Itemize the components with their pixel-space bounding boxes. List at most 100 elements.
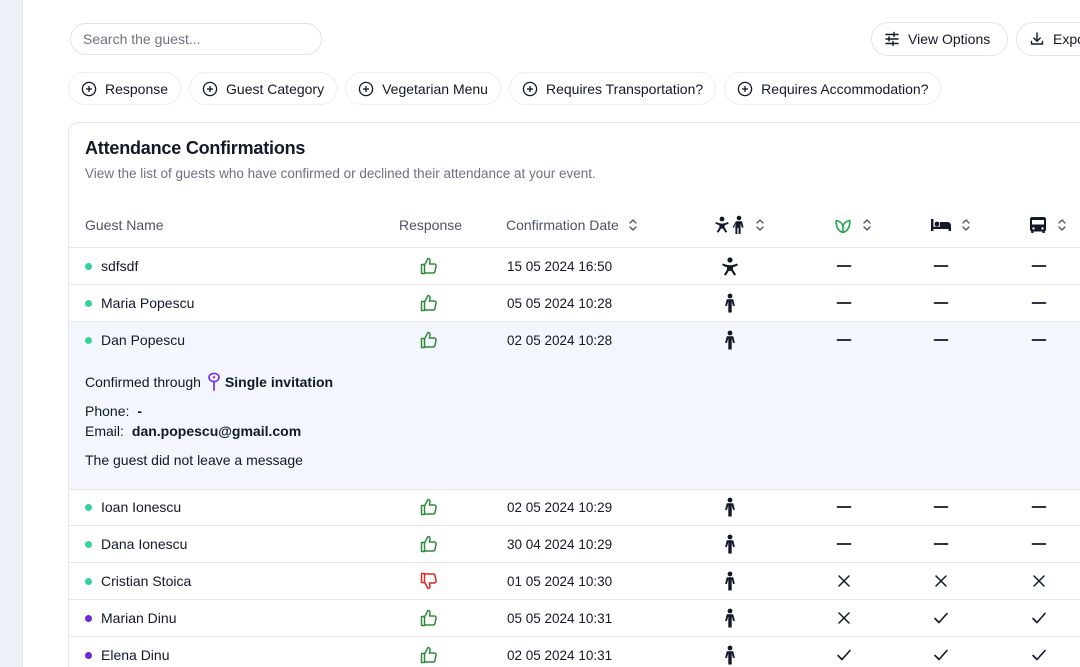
confirmation-date: 02 05 2024 10:29 bbox=[507, 499, 613, 515]
bus-icon bbox=[1030, 216, 1046, 233]
table-row[interactable]: Ioan Ionescu 02 05 2024 10:29 bbox=[69, 489, 1080, 526]
dash-icon bbox=[933, 526, 949, 562]
sort-icon[interactable] bbox=[960, 218, 972, 232]
confirmed-through-value: Single invitation bbox=[224, 374, 334, 390]
dash-icon bbox=[1031, 526, 1047, 562]
adult-icon bbox=[720, 489, 740, 525]
table-row[interactable]: Dan Popescu 02 05 2024 10:28 bbox=[69, 322, 1080, 359]
guest-name: Cristian Stoica bbox=[101, 573, 192, 589]
table-row[interactable]: Dana Ionescu 30 04 2024 10:29 bbox=[69, 526, 1080, 563]
sort-icon[interactable] bbox=[627, 218, 639, 232]
dash-icon bbox=[836, 489, 852, 525]
email-label: Email: bbox=[85, 423, 124, 439]
confirmation-date: 02 05 2024 10:31 bbox=[507, 647, 613, 663]
column-accommodation[interactable] bbox=[930, 201, 972, 248]
adult-icon bbox=[720, 637, 740, 667]
download-icon bbox=[1030, 32, 1044, 45]
search-input[interactable] bbox=[70, 23, 322, 55]
column-transportation[interactable] bbox=[1028, 201, 1068, 248]
plus-circle-icon bbox=[81, 81, 97, 96]
column-guest-name: Guest Name bbox=[85, 201, 164, 248]
confirmed-through-line: Confirmed through Single invitation bbox=[85, 370, 333, 394]
check-icon bbox=[1031, 600, 1047, 636]
filter-requires-accommodation[interactable]: Requires Accommodation? bbox=[724, 72, 942, 105]
card-title: Attendance Confirmations bbox=[85, 138, 306, 158]
dash-icon bbox=[933, 248, 949, 284]
adult-icon bbox=[720, 526, 740, 562]
sidebar-edge bbox=[0, 0, 23, 667]
confirmation-date: 30 04 2024 10:29 bbox=[507, 536, 613, 552]
filter-label: Requires Transportation? bbox=[545, 80, 704, 97]
filter-requires-transportation[interactable]: Requires Transportation? bbox=[508, 72, 717, 105]
invitation-logo-icon bbox=[208, 372, 220, 391]
status-dot bbox=[85, 503, 92, 511]
adult-icon bbox=[720, 285, 740, 321]
sort-icon[interactable] bbox=[754, 218, 766, 232]
filter-label: Response bbox=[105, 80, 169, 97]
guest-name-cell: Maria Popescu bbox=[85, 285, 194, 321]
thumbs-down-icon bbox=[417, 563, 441, 599]
child-adult-icon bbox=[715, 215, 744, 234]
guest-name: Elena Dinu bbox=[101, 647, 170, 663]
view-options-label: View Options bbox=[908, 31, 991, 47]
status-dot bbox=[85, 540, 92, 548]
confirmation-date: 05 05 2024 10:28 bbox=[507, 295, 613, 311]
filter-chips: Response Guest Category Vegetarian Menu … bbox=[68, 72, 942, 105]
phone-value: - bbox=[137, 403, 143, 419]
confirmed-through-label: Confirmed through bbox=[85, 374, 201, 390]
status-dot bbox=[85, 262, 92, 270]
column-guest-category[interactable] bbox=[714, 201, 766, 248]
guest-name-cell: Dan Popescu bbox=[85, 322, 185, 358]
guest-details-panel: Confirmed through Single invitation Phon… bbox=[69, 359, 1080, 490]
email-value[interactable]: dan.popescu@gmail.com bbox=[132, 423, 301, 439]
thumbs-up-icon bbox=[417, 600, 441, 636]
view-options-button[interactable]: View Options bbox=[871, 22, 1008, 56]
thumbs-up-icon bbox=[417, 248, 441, 284]
table-header: Guest Name Response Confirmation Date bbox=[69, 201, 1080, 248]
table-row[interactable]: Marian Dinu 05 05 2024 10:31 bbox=[69, 600, 1080, 637]
plus-circle-icon bbox=[737, 81, 753, 96]
plus-circle-icon bbox=[202, 81, 218, 96]
export-button[interactable]: Export bbox=[1016, 22, 1080, 56]
child-icon bbox=[720, 248, 740, 284]
email-line: Email: dan.popescu@gmail.com bbox=[85, 422, 301, 440]
column-response: Response bbox=[399, 201, 462, 248]
column-vegetarian-menu[interactable] bbox=[833, 201, 873, 248]
filter-guest-category[interactable]: Guest Category bbox=[189, 72, 338, 105]
table-row[interactable]: sdfsdf 15 05 2024 16:50 bbox=[69, 248, 1080, 285]
plus-circle-icon bbox=[522, 81, 538, 96]
main-content: View Options Export Response Guest Categ… bbox=[23, 0, 1080, 667]
thumbs-up-icon bbox=[417, 526, 441, 562]
dash-icon bbox=[1031, 285, 1047, 321]
x-icon bbox=[1031, 563, 1047, 599]
card-subtitle: View the list of guests who have confirm… bbox=[85, 166, 596, 181]
guest-name-cell: Elena Dinu bbox=[85, 637, 170, 667]
dash-icon bbox=[1031, 248, 1047, 284]
check-icon bbox=[1031, 637, 1047, 667]
dash-icon bbox=[836, 322, 852, 358]
adult-icon bbox=[720, 563, 740, 599]
filter-vegetarian-menu[interactable]: Vegetarian Menu bbox=[345, 72, 501, 105]
check-icon bbox=[933, 600, 949, 636]
column-label: Response bbox=[399, 216, 463, 233]
guest-name-cell: Dana Ionescu bbox=[85, 526, 187, 562]
adult-icon bbox=[720, 600, 740, 636]
x-icon bbox=[836, 563, 852, 599]
guest-name-cell: Ioan Ionescu bbox=[85, 489, 181, 525]
sort-icon[interactable] bbox=[1056, 218, 1068, 232]
status-dot bbox=[85, 577, 92, 585]
filter-response[interactable]: Response bbox=[68, 72, 182, 105]
attendance-card: Attendance Confirmations View the list o… bbox=[68, 122, 1080, 667]
column-confirmation-date[interactable]: Confirmation Date bbox=[506, 201, 639, 248]
status-dot bbox=[85, 614, 92, 622]
status-dot bbox=[85, 299, 92, 307]
table-row[interactable]: Elena Dinu 02 05 2024 10:31 bbox=[69, 637, 1080, 667]
x-icon bbox=[836, 600, 852, 636]
check-icon bbox=[933, 637, 949, 667]
adult-icon bbox=[720, 322, 740, 358]
dash-icon bbox=[836, 526, 852, 562]
table-row[interactable]: Maria Popescu 05 05 2024 10:28 bbox=[69, 285, 1080, 322]
table-row[interactable]: Cristian Stoica 01 05 2024 10:30 bbox=[69, 563, 1080, 600]
status-dot bbox=[85, 651, 92, 659]
sort-icon[interactable] bbox=[861, 218, 873, 232]
